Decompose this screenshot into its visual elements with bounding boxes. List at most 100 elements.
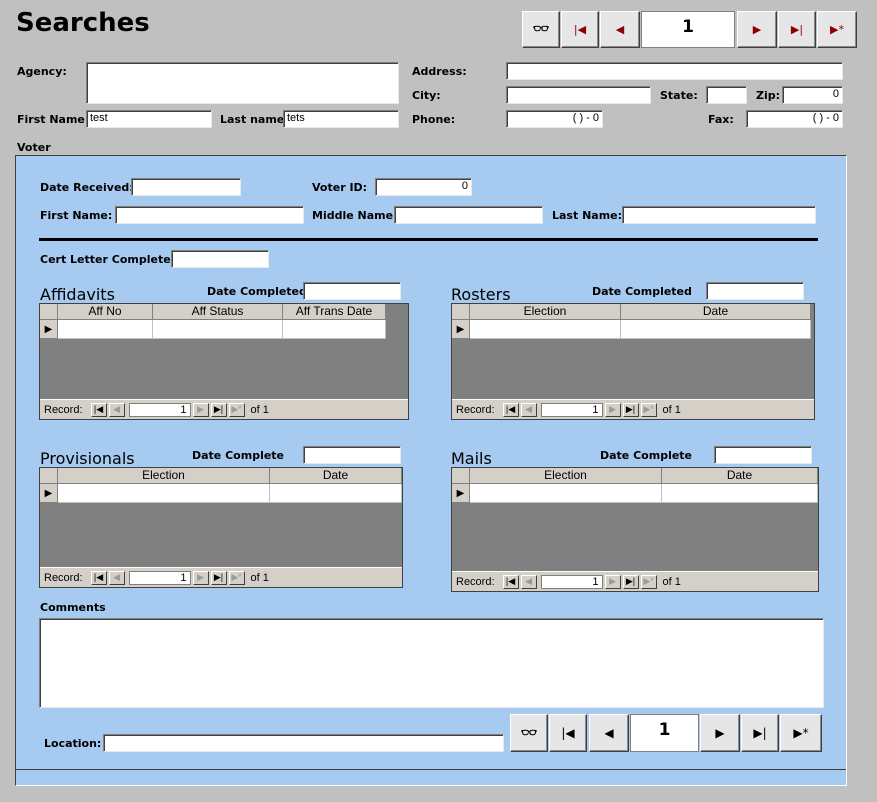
previous-record-icon[interactable]: ◀ xyxy=(108,402,125,417)
last-record-icon[interactable]: ▶| xyxy=(210,570,227,585)
last-record-icon[interactable]: ▶| xyxy=(622,574,639,589)
voter-first-record-button[interactable]: |◀ xyxy=(549,714,587,752)
city-field[interactable] xyxy=(506,86,651,104)
record-count: of 1 xyxy=(250,571,269,584)
next-record-button[interactable]: ▶ xyxy=(737,11,777,48)
mails-date-field[interactable] xyxy=(714,446,812,464)
voter-first-name-field[interactable] xyxy=(115,206,304,224)
mails-datasheet[interactable]: Election Date ▶ Record: |◀ ◀ 1 ▶ ▶| ▶* o… xyxy=(451,467,819,592)
first-record-button[interactable]: |◀ xyxy=(561,11,599,48)
next-record-icon[interactable]: ▶ xyxy=(192,570,209,585)
find-button[interactable]: 👓︎ xyxy=(522,11,560,48)
address-field[interactable] xyxy=(506,62,843,80)
previous-record-button[interactable]: ◀ xyxy=(600,11,640,48)
mails-date-label: Date Complete xyxy=(600,449,693,462)
location-field[interactable] xyxy=(103,734,504,752)
new-record-icon[interactable]: ▶* xyxy=(228,570,245,585)
record-selector-arrow-icon[interactable]: ▶ xyxy=(40,320,58,339)
previous-record-icon[interactable]: ◀ xyxy=(520,402,537,417)
first-record-icon[interactable]: |◀ xyxy=(90,570,107,585)
record-count: of 1 xyxy=(662,403,681,416)
voter-new-record-button[interactable]: ▶* xyxy=(780,714,822,752)
record-number-field[interactable]: 1 xyxy=(540,574,603,589)
voter-next-record-button[interactable]: ▶ xyxy=(700,714,740,752)
record-selector-arrow-icon[interactable]: ▶ xyxy=(452,320,470,339)
last-record-button[interactable]: ▶| xyxy=(778,11,816,48)
rosters-date-field[interactable] xyxy=(706,282,804,300)
new-record-icon[interactable]: ▶* xyxy=(640,402,657,417)
last-record-icon[interactable]: ▶| xyxy=(622,402,639,417)
section-divider xyxy=(39,238,818,241)
table-row[interactable]: ▶ xyxy=(40,484,402,503)
address-label: Address: xyxy=(412,65,467,78)
last-name-label: Last name: xyxy=(220,113,289,126)
provisionals-date-field[interactable] xyxy=(303,446,401,464)
rosters-datasheet[interactable]: Election Date ▶ Record: |◀ ◀ 1 ▶ ▶| ▶* o… xyxy=(451,303,815,420)
first-name-label: First Name: xyxy=(17,113,90,126)
record-number-field[interactable]: 1 xyxy=(540,402,603,417)
last-record-icon: ▶| xyxy=(790,23,804,36)
voter-record-number-field[interactable]: 1 xyxy=(630,714,699,752)
previous-record-icon[interactable]: ◀ xyxy=(108,570,125,585)
record-selector-arrow-icon[interactable]: ▶ xyxy=(40,484,58,503)
phone-field[interactable]: ( ) - 0 xyxy=(506,110,603,128)
column-header[interactable]: Election xyxy=(58,468,270,484)
voter-previous-record-button[interactable]: ◀ xyxy=(589,714,629,752)
record-number-field[interactable]: 1 xyxy=(128,570,191,585)
column-header[interactable]: Aff Status xyxy=(153,304,283,320)
new-record-icon: ▶* xyxy=(793,726,809,740)
fax-label: Fax: xyxy=(708,113,734,126)
middle-name-field[interactable] xyxy=(394,206,543,224)
date-received-field[interactable] xyxy=(131,178,241,196)
affidavits-datasheet[interactable]: Aff No Aff Status Aff Trans Date ▶ Recor… xyxy=(39,303,409,420)
last-record-icon[interactable]: ▶| xyxy=(210,402,227,417)
voter-find-button[interactable]: 👓︎ xyxy=(510,714,548,752)
first-record-icon[interactable]: |◀ xyxy=(90,402,107,417)
zip-field[interactable]: 0 xyxy=(782,86,843,104)
cert-letter-field[interactable] xyxy=(171,250,269,268)
comments-label: Comments xyxy=(40,601,106,614)
mails-header-row: Election Date xyxy=(452,468,818,484)
voter-id-field[interactable]: 0 xyxy=(375,178,472,196)
last-record-icon: ▶| xyxy=(753,726,767,740)
last-name-field[interactable]: tets xyxy=(283,110,399,128)
next-record-icon[interactable]: ▶ xyxy=(604,574,621,589)
comments-field[interactable] xyxy=(39,618,824,708)
previous-record-icon[interactable]: ◀ xyxy=(520,574,537,589)
new-record-icon[interactable]: ▶* xyxy=(640,574,657,589)
record-number-field[interactable]: 1 xyxy=(128,402,191,417)
column-header[interactable]: Aff Trans Date xyxy=(283,304,386,320)
agency-field[interactable] xyxy=(86,62,399,104)
table-row[interactable]: ▶ xyxy=(40,320,386,339)
agency-label: Agency: xyxy=(17,65,67,78)
column-header[interactable]: Election xyxy=(470,304,621,320)
state-label: State: xyxy=(660,89,698,102)
next-record-icon[interactable]: ▶ xyxy=(604,402,621,417)
provisionals-datasheet[interactable]: Election Date ▶ Record: |◀ ◀ 1 ▶ ▶| ▶* o… xyxy=(39,467,403,588)
first-record-icon[interactable]: |◀ xyxy=(502,402,519,417)
record-selector-arrow-icon[interactable]: ▶ xyxy=(452,484,470,503)
affidavits-date-field[interactable] xyxy=(303,282,401,300)
next-record-icon[interactable]: ▶ xyxy=(192,402,209,417)
table-row[interactable]: ▶ xyxy=(452,484,818,503)
voter-section-label: Voter xyxy=(17,141,51,154)
column-header[interactable]: Date xyxy=(270,468,402,484)
column-header[interactable]: Aff No xyxy=(58,304,153,320)
table-row[interactable]: ▶ xyxy=(452,320,811,339)
affidavits-title: Affidavits xyxy=(40,285,115,304)
new-record-icon[interactable]: ▶* xyxy=(228,402,245,417)
new-record-button[interactable]: ▶* xyxy=(817,11,857,48)
record-label: Record: xyxy=(456,403,495,416)
column-header[interactable]: Election xyxy=(470,468,662,484)
first-record-icon[interactable]: |◀ xyxy=(502,574,519,589)
column-header[interactable]: Date xyxy=(662,468,818,484)
column-header[interactable]: Date xyxy=(621,304,811,320)
next-record-icon: ▶ xyxy=(752,23,762,36)
state-field[interactable] xyxy=(706,86,747,104)
first-name-field[interactable]: test xyxy=(86,110,212,128)
middle-name-label: Middle Name: xyxy=(312,209,398,222)
voter-last-name-field[interactable] xyxy=(622,206,816,224)
record-number-field[interactable]: 1 xyxy=(641,11,735,48)
fax-field[interactable]: ( ) - 0 xyxy=(746,110,843,128)
voter-last-record-button[interactable]: ▶| xyxy=(741,714,779,752)
